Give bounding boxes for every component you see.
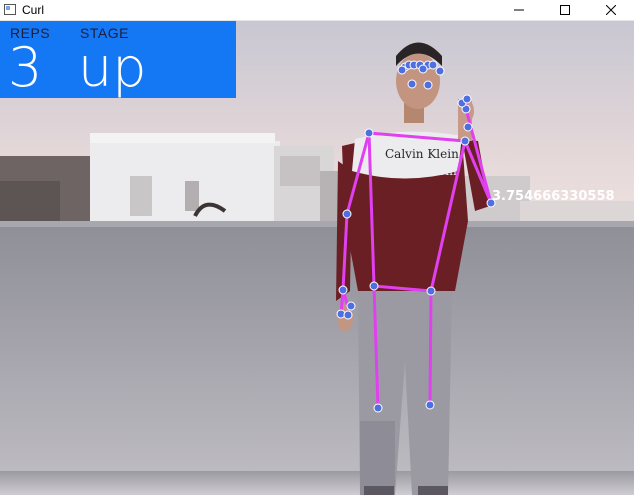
svg-text:Calvin Klein: Calvin Klein (383, 164, 457, 178)
app-icon (4, 4, 16, 15)
maximize-button[interactable] (542, 0, 588, 20)
status-panel: REPS STAGE 3 up (0, 21, 236, 98)
window-title: Curl (22, 3, 45, 17)
minimize-icon (514, 9, 524, 11)
elbow-angle-readout: 3.754666330558 (492, 189, 615, 204)
close-button[interactable] (588, 0, 634, 20)
bone-right-thigh (428, 289, 433, 407)
floor (0, 471, 634, 495)
camera-feed: Calvin Klein Calvin Klein REPS STAGE 3 u… (0, 21, 634, 495)
wall (0, 224, 634, 474)
app-window: Curl Calvin Klein Calvin Klein REPS STAG… (0, 0, 634, 495)
minimize-button[interactable] (496, 0, 542, 20)
close-icon (606, 5, 616, 15)
svg-text:Calvin Klein: Calvin Klein (385, 147, 459, 161)
title-bar: Curl (0, 0, 634, 21)
stage-value: up (78, 36, 147, 99)
reps-value: 3 (8, 36, 43, 99)
maximize-icon (560, 5, 570, 15)
